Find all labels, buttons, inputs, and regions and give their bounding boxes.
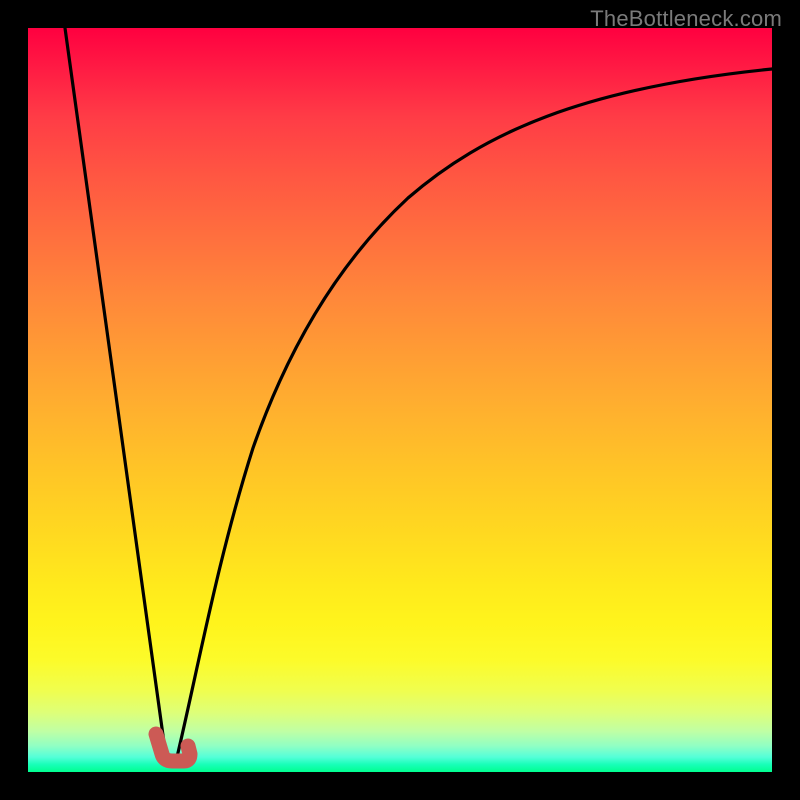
curve-overlay xyxy=(28,28,772,772)
left-falling-line xyxy=(65,28,166,757)
chart-frame: TheBottleneck.com xyxy=(0,0,800,800)
plot-area xyxy=(28,28,772,772)
valley-highlight xyxy=(156,734,190,761)
watermark-text: TheBottleneck.com xyxy=(590,6,782,32)
right-recovery-curve xyxy=(177,69,772,757)
